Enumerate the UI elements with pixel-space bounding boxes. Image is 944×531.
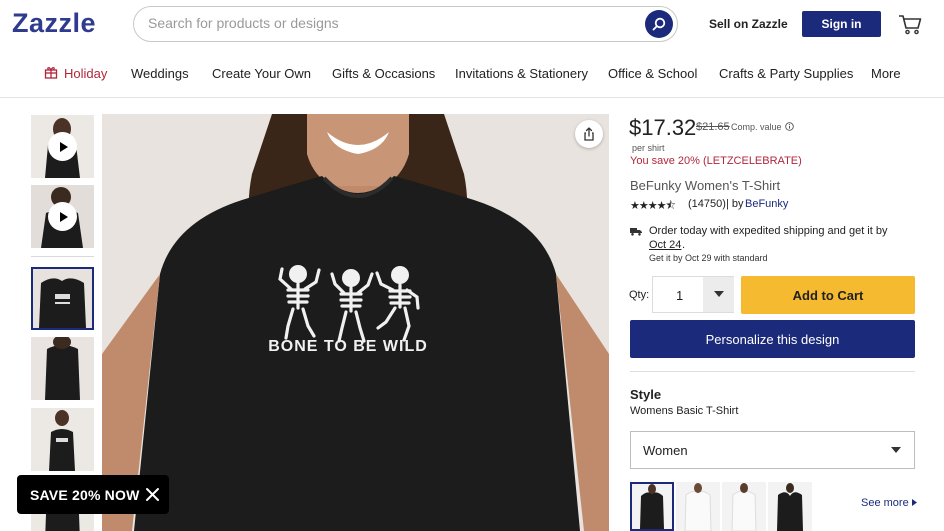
product-price: $17.32	[629, 115, 697, 140]
sell-on-zazzle-link[interactable]: Sell on Zazzle	[709, 17, 788, 31]
nav-item-holiday[interactable]: Holiday	[64, 66, 107, 81]
thumbnail-video-1[interactable]	[31, 115, 94, 178]
style-swatch-black-vneck[interactable]	[768, 482, 812, 531]
see-more-link[interactable]: See more	[861, 497, 917, 509]
thumbnail-divider	[31, 256, 94, 257]
play-button[interactable]	[48, 202, 77, 231]
per-unit-label: per shirt	[632, 143, 665, 153]
search-bar[interactable]	[133, 6, 678, 42]
swatch-image	[676, 482, 720, 531]
chevron-down-icon	[891, 447, 901, 453]
qty-label: Qty:	[629, 289, 650, 301]
thumbnail-back[interactable]	[31, 337, 94, 400]
sign-in-button[interactable]: Sign in	[802, 11, 881, 37]
nav-item-office-school[interactable]: Office & School	[608, 66, 697, 81]
nav-item-invitations-stationery[interactable]: Invitations & Stationery	[455, 66, 588, 81]
rating-stars[interactable]: ★★★★⯪	[630, 197, 676, 216]
style-select[interactable]: Women	[630, 431, 915, 469]
comp-value-label: Comp. value	[731, 122, 782, 132]
main-product-image[interactable]: BONE TO BE WILD	[102, 114, 609, 531]
thumbnail-model[interactable]	[31, 408, 94, 471]
nav-item-crafts-party[interactable]: Crafts & Party Supplies	[719, 66, 853, 81]
shipping-text: Order today with expedited shipping and …	[649, 225, 888, 237]
by-label: | by	[726, 198, 744, 210]
style-swatch-black-tee[interactable]	[630, 482, 674, 531]
chevron-down-icon	[713, 291, 724, 297]
truck-icon	[630, 228, 642, 236]
close-icon[interactable]	[145, 487, 160, 502]
brand-link[interactable]: BeFunky	[745, 198, 788, 210]
shipping-date[interactable]: Oct 24	[649, 239, 681, 251]
site-header: Zazzle Sell on Zazzle Sign in	[0, 0, 944, 50]
search-button[interactable]	[645, 10, 673, 38]
swatch-image	[768, 482, 812, 531]
play-icon	[59, 141, 68, 152]
promo-banner[interactable]: SAVE 20% NOW	[17, 475, 169, 514]
nav-item-gifts-occasions[interactable]: Gifts & Occasions	[332, 66, 435, 81]
thumbnail-photo	[31, 408, 94, 471]
cart-icon[interactable]	[897, 11, 923, 37]
savings-text: You save 20% (LETZCELEBRATE)	[630, 155, 802, 167]
swatch-image	[632, 484, 672, 529]
add-to-cart-button[interactable]: Add to Cart	[741, 276, 915, 314]
play-button[interactable]	[48, 132, 77, 161]
info-icon[interactable]	[785, 122, 794, 131]
quantity-select[interactable]: 1	[652, 276, 734, 313]
qty-dropdown[interactable]	[703, 277, 734, 312]
chevron-right-icon	[911, 499, 917, 506]
see-more-label: See more	[861, 497, 909, 509]
promo-label: SAVE 20% NOW	[30, 487, 140, 503]
gift-icon	[44, 67, 58, 79]
zazzle-logo[interactable]: Zazzle	[12, 8, 96, 39]
style-select-value: Women	[643, 443, 688, 458]
review-count[interactable]: (14750)	[688, 198, 726, 210]
thumbnail-photo	[31, 337, 94, 400]
style-value: Womens Basic T-Shirt	[630, 405, 739, 417]
personalize-button[interactable]: Personalize this design	[630, 320, 915, 358]
thumbnail-video-2[interactable]	[31, 185, 94, 248]
style-swatch-white-longsleeve[interactable]	[722, 482, 766, 531]
comp-price: $21.65	[696, 121, 730, 133]
divider	[630, 371, 915, 372]
product-title: BeFunky Women's T-Shirt	[630, 178, 781, 193]
qty-value: 1	[676, 288, 684, 303]
share-icon	[584, 127, 594, 141]
model-photo: BONE TO BE WILD	[102, 114, 609, 531]
standard-shipping-text: Get it by Oct 29 with standard	[649, 253, 768, 263]
shipping-period: .	[682, 239, 686, 251]
nav-item-weddings[interactable]: Weddings	[131, 66, 189, 81]
style-heading: Style	[630, 387, 662, 402]
nav-item-more[interactable]: More	[871, 66, 901, 81]
share-button[interactable]	[575, 120, 603, 148]
thumbnail-front[interactable]	[31, 267, 94, 330]
search-input[interactable]	[148, 15, 628, 31]
shirt-print-text: BONE TO BE WILD	[268, 338, 428, 355]
style-swatch-white-tee[interactable]	[676, 482, 720, 531]
thumbnail-photo	[33, 269, 92, 328]
search-icon	[652, 17, 666, 31]
play-icon	[59, 211, 68, 222]
nav-item-create-your-own[interactable]: Create Your Own	[212, 66, 311, 81]
category-nav: Holiday Weddings Create Your Own Gifts &…	[0, 50, 944, 98]
swatch-image	[722, 482, 766, 531]
